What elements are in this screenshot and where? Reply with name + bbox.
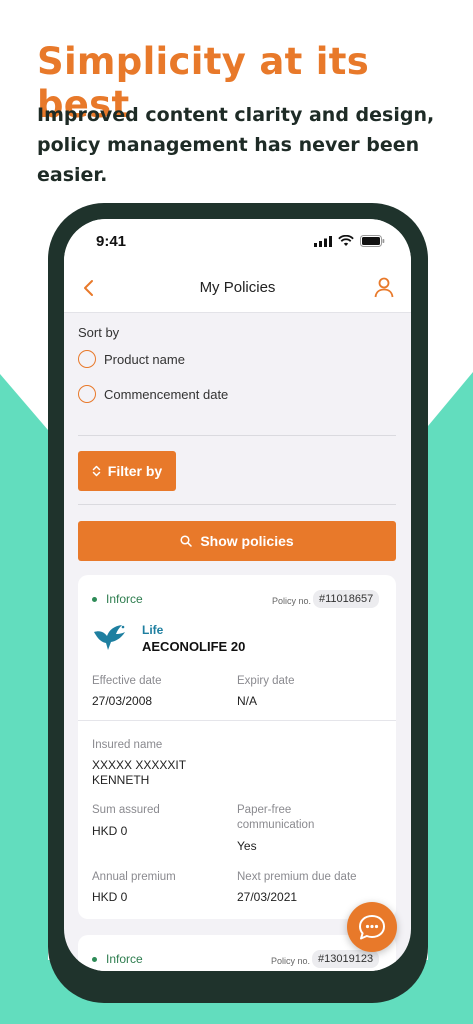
policy-no-chip: #13019123: [312, 950, 380, 968]
sort-label: Sort by: [78, 325, 120, 340]
nav-bar: My Policies: [64, 269, 411, 313]
radio-label: Commencement date: [104, 386, 229, 402]
effective-date-label: Effective date: [92, 675, 162, 687]
sort-arrows-icon: [92, 465, 101, 477]
dove-logo-icon: [94, 625, 125, 650]
paper-free-label-line-2: communication: [237, 819, 315, 831]
paper-free-label-line-1: Paper-free: [237, 804, 292, 816]
sum-assured-label: Sum assured: [92, 804, 160, 816]
filter-button-label: Filter by: [107, 463, 163, 479]
signal-icon: [314, 235, 332, 247]
filter-button[interactable]: Filter by: [78, 451, 176, 491]
divider: [78, 720, 396, 721]
divider: [78, 504, 396, 505]
radio-button[interactable]: [78, 385, 96, 403]
show-policies-label: Show policies: [200, 533, 294, 549]
policy-card[interactable]: Inforce Policy no. #11018657 Life AECONO…: [78, 575, 396, 919]
product-name: AECONOLIFE 20: [142, 639, 246, 654]
policy-no-chip: #11018657: [313, 590, 380, 608]
status-dot: [92, 597, 97, 602]
insured-name-line-1: XXXXX XXXXXIT: [92, 758, 187, 772]
product-category: Life: [142, 623, 164, 637]
expiry-date-label: Expiry date: [237, 675, 295, 687]
insured-name-line-2: KENNETH: [92, 773, 150, 787]
next-premium-due-label: Next premium due date: [237, 871, 357, 883]
page-title: My Policies: [199, 279, 276, 296]
policy-no-label: Policy no.: [271, 956, 311, 966]
sum-assured-value: HKD 0: [92, 824, 128, 838]
status-dot: [92, 957, 97, 962]
chat-button[interactable]: [347, 902, 397, 952]
status-badge: Inforce: [106, 592, 143, 606]
battery-icon: [360, 235, 385, 247]
radio-label: Product name: [104, 351, 185, 367]
status-time: 9:41: [96, 233, 127, 250]
search-icon: [180, 535, 193, 547]
effective-date-value: 27/03/2008: [92, 694, 153, 708]
user-icon[interactable]: [373, 276, 395, 298]
divider: [78, 435, 396, 436]
sort-option-product-name[interactable]: Product name: [78, 350, 185, 368]
policy-no-label: Policy no.: [272, 596, 312, 606]
annual-premium-value: HKD 0: [92, 890, 128, 904]
show-policies-button[interactable]: Show policies: [78, 521, 396, 561]
paper-free-value: Yes: [237, 839, 257, 853]
expiry-date-value: N/A: [237, 694, 258, 708]
annual-premium-label: Annual premium: [92, 871, 176, 883]
next-premium-due-value: 27/03/2021: [237, 890, 298, 904]
radio-button[interactable]: [78, 350, 96, 368]
insured-name-label: Insured name: [92, 739, 163, 751]
phone-screen: 9:41 My Policies Sort by Product name Co…: [64, 219, 411, 971]
sort-option-commencement-date[interactable]: Commencement date: [78, 385, 228, 403]
status-badge: Inforce: [106, 952, 143, 966]
wifi-icon: [338, 235, 354, 246]
status-bar: 9:41: [64, 219, 411, 269]
chat-bubble-icon: [359, 915, 385, 940]
subheadline: Improved content clarity and design, pol…: [37, 104, 435, 186]
